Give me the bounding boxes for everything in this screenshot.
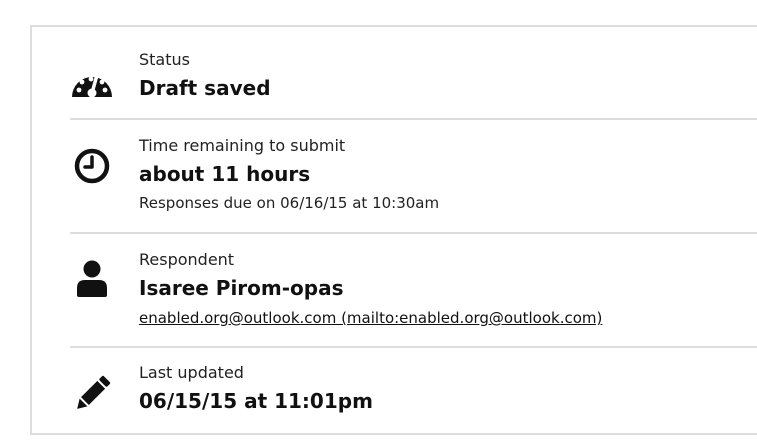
time-remaining-label: Time remaining to submit (139, 136, 346, 155)
last-updated-text: Last updated 06/15/15 at 11:01pm (139, 363, 373, 414)
status-row: Status Draft saved (70, 27, 757, 119)
respondent-email-link[interactable]: enabled.org@outlook.com (mailto:enabled.… (139, 308, 602, 328)
time-remaining-text: Time remaining to submit about 11 hours … (139, 136, 439, 213)
time-remaining-value: about 11 hours (139, 162, 311, 186)
respondent-label: Respondent (139, 250, 235, 269)
status-value: Draft saved (139, 76, 271, 100)
time-remaining-row: Time remaining to submit about 11 hours … (70, 118, 757, 232)
last-updated-value: 06/15/15 at 11:01pm (139, 389, 373, 413)
pencil-icon (70, 372, 114, 416)
status-label: Status (139, 50, 190, 69)
user-icon (70, 257, 114, 301)
respondent-name: Isaree Pirom-opas (139, 276, 344, 300)
clock-icon (70, 144, 114, 188)
last-updated-label: Last updated (139, 363, 244, 382)
submission-details-panel: Status Draft saved Time remaining to sub… (30, 25, 757, 435)
respondent-row: Respondent Isaree Pirom-opas enabled.org… (70, 232, 757, 346)
last-updated-row: Last updated 06/15/15 at 11:01pm (70, 346, 757, 437)
respondent-text: Respondent Isaree Pirom-opas enabled.org… (139, 250, 602, 328)
status-text: Status Draft saved (139, 50, 271, 101)
responses-due-text: Responses due on 06/16/15 at 10:30am (139, 194, 440, 212)
dashboard-gauge-icon (70, 61, 114, 105)
